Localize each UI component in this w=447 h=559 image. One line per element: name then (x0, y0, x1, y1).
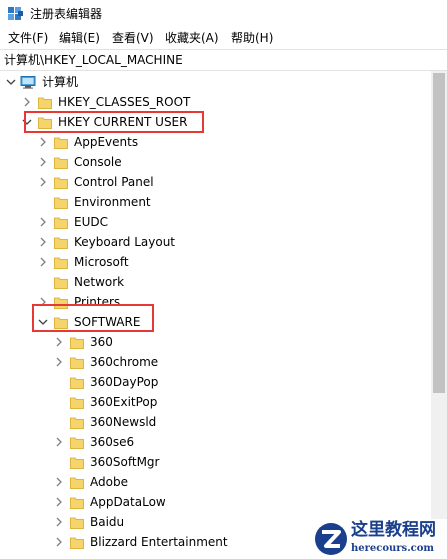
chevron-right-icon[interactable] (53, 336, 65, 348)
tree-label: 360ExitPop (90, 395, 158, 409)
tree-item-360[interactable]: 360 (0, 333, 431, 353)
folder-icon (54, 277, 68, 289)
tree-label: 360chrome (90, 355, 159, 369)
scrollbar-thumb[interactable] (433, 73, 445, 393)
chevron-right-icon[interactable] (37, 176, 49, 188)
folder-icon (70, 517, 84, 529)
folder-icon (54, 177, 68, 189)
chevron-right-icon[interactable] (37, 156, 49, 168)
folder-icon (54, 237, 68, 249)
tree-label: 360Newsld (90, 415, 157, 429)
tree-label: AppDataLow (90, 495, 166, 509)
tree-label: 360 (90, 335, 113, 349)
tree-item-360daypop[interactable]: 360DayPop (0, 373, 431, 393)
menu-help[interactable]: 帮助(H) (231, 30, 273, 46)
chevron-right-icon[interactable] (53, 536, 65, 548)
folder-icon (54, 197, 68, 209)
menu-edit[interactable]: 编辑(E) (59, 30, 100, 46)
tree-label: 360se6 (90, 435, 135, 449)
folder-icon (70, 497, 84, 509)
chevron-down-icon[interactable] (5, 76, 17, 88)
tree-label: Baidu (90, 515, 125, 529)
tree-label: EUDC (74, 215, 108, 229)
chevron-right-icon[interactable] (21, 96, 33, 108)
tree-item-appdatalow[interactable]: AppDataLow (0, 493, 431, 513)
chevron-right-icon[interactable] (53, 476, 65, 488)
tree-item-environment[interactable]: Environment (0, 193, 431, 213)
highlight-box-hkcu (24, 111, 204, 133)
address-path[interactable]: 计算机\HKEY_LOCAL_MACHINE (4, 53, 183, 68)
folder-icon (70, 357, 84, 369)
chevron-right-icon[interactable] (53, 436, 65, 448)
tree-item-360exitpop[interactable]: 360ExitPop (0, 393, 431, 413)
tree-item-keyboard-layout[interactable]: Keyboard Layout (0, 233, 431, 253)
chevron-right-icon[interactable] (37, 236, 49, 248)
tree-item-360newsld[interactable]: 360Newsld (0, 413, 431, 433)
window-title: 注册表编辑器 (30, 7, 103, 21)
watermark-url: herecours.com (351, 543, 435, 554)
tree-item-appevents[interactable]: AppEvents (0, 133, 431, 153)
folder-icon (70, 397, 84, 409)
tree-item-360softmgr[interactable]: 360SoftMgr (0, 453, 431, 473)
chevron-right-icon[interactable] (37, 136, 49, 148)
menu-bar: 文件(F) 编辑(E) 查看(V) 收藏夹(A) 帮助(H) (0, 28, 447, 49)
tree-item-computer[interactable]: 计算机 (0, 73, 431, 93)
chevron-right-icon[interactable] (37, 256, 49, 268)
tree-label: Control Panel (74, 175, 154, 189)
tree-item-adobe[interactable]: Adobe (0, 473, 431, 493)
folder-icon (70, 417, 84, 429)
tree-item-eudc[interactable]: EUDC (0, 213, 431, 233)
tree-item-360se6[interactable]: 360se6 (0, 433, 431, 453)
address-bar[interactable]: 计算机\HKEY_LOCAL_MACHINE (0, 49, 447, 71)
tree-item-control-panel[interactable]: Control Panel (0, 173, 431, 193)
tree-item-hkcr[interactable]: HKEY_CLASSES_ROOT (0, 93, 431, 113)
tree-label: Adobe (90, 475, 128, 489)
folder-icon (38, 97, 52, 109)
computer-icon (20, 76, 36, 89)
tree-label: Microsoft (74, 255, 129, 269)
tree-item-microsoft[interactable]: Microsoft (0, 253, 431, 273)
tree-label: 360DayPop (90, 375, 159, 389)
highlight-box-software (32, 304, 154, 332)
registry-editor-window: 注册表编辑器 文件(F) 编辑(E) 查看(V) 收藏夹(A) 帮助(H) 计算… (0, 0, 447, 559)
tree-label: AppEvents (74, 135, 139, 149)
watermark-brand: 这里教程网 (351, 520, 436, 540)
watermark-logo-icon (315, 523, 347, 555)
chevron-right-icon[interactable] (53, 356, 65, 368)
registry-editor-icon (8, 7, 23, 20)
watermark: 这里教程网 herecours.com (313, 519, 447, 559)
tree-item-network[interactable]: Network (0, 273, 431, 293)
folder-icon (70, 337, 84, 349)
tree-label: Blizzard Entertainment (90, 535, 228, 549)
menu-favorites[interactable]: 收藏夹(A) (165, 30, 219, 46)
folder-icon (70, 457, 84, 469)
tree-label: Console (74, 155, 122, 169)
folder-icon (54, 157, 68, 169)
tree-label: Network (74, 275, 125, 289)
tree-label: 360SoftMgr (90, 455, 160, 469)
chevron-right-icon[interactable] (53, 496, 65, 508)
folder-icon (70, 477, 84, 489)
folder-icon (70, 377, 84, 389)
folder-icon (54, 137, 68, 149)
tree-label-computer: 计算机 (42, 75, 79, 89)
folder-icon (54, 217, 68, 229)
menu-file[interactable]: 文件(F) (8, 30, 48, 46)
tree-label: Environment (74, 195, 151, 209)
folder-icon (70, 537, 84, 549)
chevron-right-icon[interactable] (53, 516, 65, 528)
chevron-right-icon[interactable] (37, 216, 49, 228)
tree-label-hkcr: HKEY_CLASSES_ROOT (58, 95, 191, 109)
tree-item-console[interactable]: Console (0, 153, 431, 173)
folder-icon (70, 437, 84, 449)
tree-item-360chrome[interactable]: 360chrome (0, 353, 431, 373)
tree-label: Keyboard Layout (74, 235, 176, 249)
menu-view[interactable]: 查看(V) (112, 30, 154, 46)
vertical-scrollbar[interactable] (431, 71, 447, 559)
title-bar: 注册表编辑器 (0, 0, 447, 28)
folder-icon (54, 257, 68, 269)
